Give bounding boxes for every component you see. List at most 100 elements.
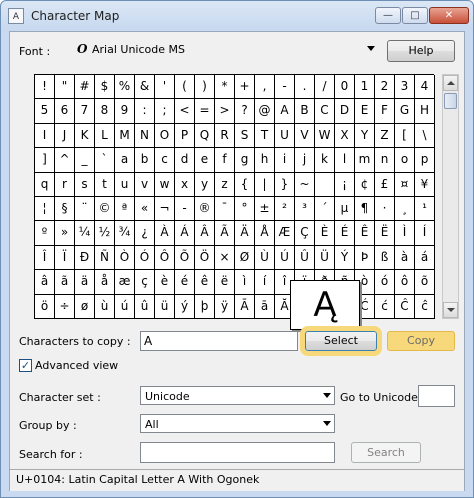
character-cell[interactable]: Á: [175, 221, 195, 246]
character-cell[interactable]: $: [95, 75, 115, 100]
character-cell[interactable]: ¤: [395, 172, 415, 197]
character-grid[interactable]: ! " # $% & '() * +, -./0 1 2 3 4 5 6 7 8 9:; < = >? @ A B C D E F G H…: [34, 74, 435, 319]
character-cell[interactable]: n: [375, 148, 395, 173]
character-cell[interactable]: ½: [95, 221, 115, 246]
character-cell[interactable]: r: [55, 172, 75, 197]
character-cell[interactable]: O: [155, 123, 175, 149]
group-by-dropdown[interactable]: All: [140, 414, 335, 433]
character-cell[interactable]: c: [155, 148, 175, 173]
character-cell[interactable]: È: [315, 221, 335, 246]
character-cell[interactable]: Q: [195, 123, 215, 149]
character-cell[interactable]: V: [295, 123, 315, 149]
character-cell[interactable]: £: [375, 172, 395, 197]
character-cell[interactable]: P: [175, 123, 195, 149]
character-cell[interactable]: «: [135, 196, 155, 222]
character-cell[interactable]: Ó: [135, 245, 155, 271]
character-cell[interactable]: 3: [395, 75, 415, 100]
character-cell[interactable]: ~: [295, 172, 315, 197]
character-cell[interactable]: v: [135, 172, 155, 197]
chevron-down-icon[interactable]: [323, 421, 331, 426]
character-cell[interactable]: Ä: [235, 221, 255, 246]
select-button[interactable]: Select: [300, 326, 382, 356]
character-cell[interactable]: ): [195, 75, 215, 100]
advanced-view-checkbox[interactable]: ✓: [19, 359, 32, 372]
character-cell[interactable]: j: [295, 148, 315, 173]
character-cell[interactable]: ß: [375, 245, 395, 271]
character-cell[interactable]: ¼: [75, 221, 95, 246]
character-cell[interactable]: o: [395, 148, 415, 173]
character-cell[interactable]: Ô: [155, 245, 175, 271]
character-cell[interactable]: b: [135, 148, 155, 173]
character-cell[interactable]: ¥: [415, 172, 435, 197]
character-cell[interactable]: S: [235, 123, 255, 149]
minimize-button[interactable]: —: [375, 7, 401, 24]
character-cell[interactable]: 9: [115, 99, 135, 124]
character-cell[interactable]: >: [215, 99, 235, 124]
character-cell[interactable]: á: [415, 245, 435, 271]
character-cell[interactable]: Ĉ: [395, 294, 415, 319]
character-cell[interactable]: Î: [35, 245, 55, 271]
character-cell[interactable]: Ú: [275, 245, 295, 271]
character-cell[interactable]: Û: [295, 245, 315, 271]
character-cell[interactable]: ö: [35, 294, 55, 319]
character-cell[interactable]: ì: [235, 270, 255, 295]
chevron-down-icon[interactable]: [323, 393, 331, 398]
character-cell[interactable]: ÿ: [215, 294, 235, 319]
character-cell[interactable]: K: [75, 123, 95, 149]
character-cell[interactable]: ù: [95, 294, 115, 319]
character-cell[interactable]: ]: [35, 148, 55, 173]
character-cell[interactable]: »: [55, 221, 75, 246]
character-cell[interactable]: ā: [255, 294, 275, 319]
scroll-down-icon[interactable]: [443, 302, 458, 318]
character-cell[interactable]: à: [395, 245, 415, 271]
character-cell[interactable]: `: [95, 148, 115, 173]
character-cell[interactable]: 6: [55, 99, 75, 124]
character-cell[interactable]: Y: [355, 123, 375, 149]
character-cell[interactable]: ¦: [35, 196, 55, 222]
character-cell[interactable]: Ì: [395, 221, 415, 246]
character-cell[interactable]: ĉ: [415, 294, 435, 319]
help-button[interactable]: Help: [387, 40, 455, 62]
character-cell[interactable]: ê: [195, 270, 215, 295]
character-cell[interactable]: û: [135, 294, 155, 319]
character-cell[interactable]: ±: [255, 196, 275, 222]
character-cell[interactable]: Ï: [55, 245, 75, 271]
character-cell[interactable]: [: [395, 123, 415, 149]
character-cell[interactable]: u: [115, 172, 135, 197]
character-cell[interactable]: M: [115, 123, 135, 149]
chevron-down-icon[interactable]: [367, 46, 375, 51]
scroll-up-icon[interactable]: [443, 75, 458, 91]
character-cell[interactable]: Ò: [115, 245, 135, 271]
character-cell[interactable]: &: [135, 75, 155, 100]
character-cell[interactable]: a: [115, 148, 135, 173]
character-cell[interactable]: h: [255, 148, 275, 173]
character-cell[interactable]: Ñ: [95, 245, 115, 271]
character-cell[interactable]: \: [415, 123, 435, 149]
character-cell[interactable]: q: [35, 172, 55, 197]
character-cell[interactable]: ý: [175, 294, 195, 319]
character-cell[interactable]: §: [55, 196, 75, 222]
character-cell[interactable]: Ð: [75, 245, 95, 271]
character-cell[interactable]: i: [275, 148, 295, 173]
character-cell[interactable]: ÷: [55, 294, 75, 319]
character-cell[interactable]: Ã: [215, 221, 235, 246]
character-cell[interactable]: m: [355, 148, 375, 173]
scroll-thumb[interactable]: [444, 93, 457, 109]
character-cell[interactable]: J: [55, 123, 75, 149]
character-cell[interactable]: @: [255, 99, 275, 124]
character-cell[interactable]: e: [195, 148, 215, 173]
character-cell[interactable]: Z: [375, 123, 395, 149]
character-cell[interactable]: ²: [275, 196, 295, 222]
character-cell[interactable]: ¾: [115, 221, 135, 246]
character-cell[interactable]: ¯: [215, 196, 235, 222]
character-cell[interactable]: H: [415, 99, 435, 124]
character-cell[interactable]: X: [335, 123, 355, 149]
character-cell[interactable]: ª: [115, 196, 135, 222]
grid-scrollbar[interactable]: [442, 74, 459, 319]
character-cell[interactable]: ¶: [355, 196, 375, 222]
character-cell[interactable]: ·: [375, 196, 395, 222]
character-cell[interactable]: :: [135, 99, 155, 124]
character-cell[interactable]: é: [175, 270, 195, 295]
character-cell[interactable]: ø: [75, 294, 95, 319]
character-cell[interactable]: *: [215, 75, 235, 100]
